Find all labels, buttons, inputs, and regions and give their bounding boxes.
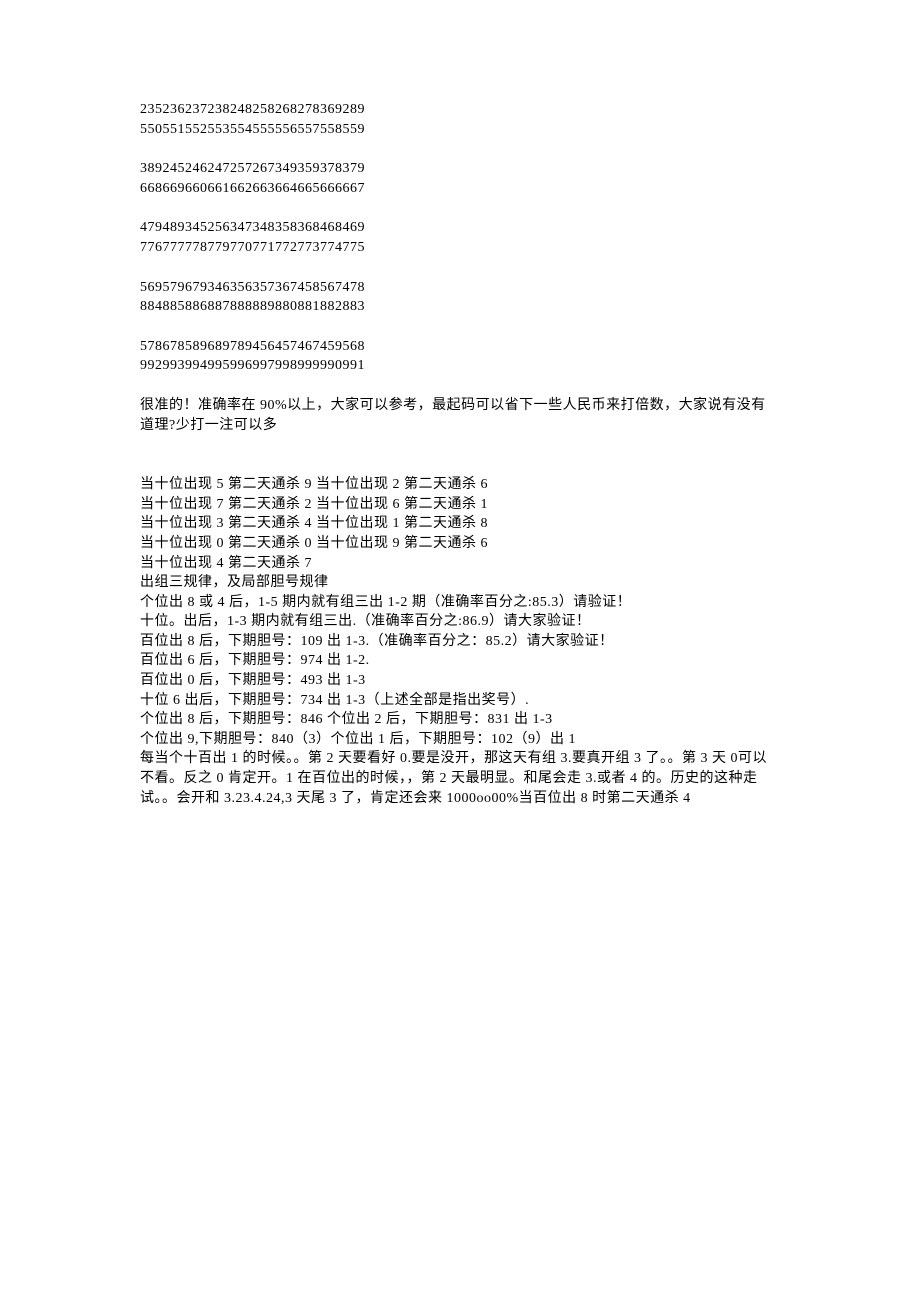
text-line: 个位出 8 后，下期胆号：846 个位出 2 后，下期胆号：831 出 1-3 — [140, 710, 780, 730]
text-line: 百位出 6 后，下期胆号：974 出 1-2. — [140, 651, 780, 671]
text-line: 当十位出现 7 第二天通杀 2 当十位出现 6 第二天通杀 1 — [140, 495, 780, 515]
text-line: 每当个十百出 1 的时候。。第 2 天要看好 0.要是没开，那这天有组 3.要真… — [140, 749, 780, 808]
blank-line — [140, 435, 780, 475]
text-line: 992993994995996997998999990991 — [140, 356, 780, 376]
text-line: 776777778779770771772773774775 — [140, 238, 780, 258]
text-line: 很准的！准确率在 90%以上，大家可以参考，最起码可以省下一些人民币来打倍数，大… — [140, 396, 780, 435]
text-line: 569579679346356357367458567478 — [140, 278, 780, 298]
document-page: 2352362372382482582682783692895505515525… — [0, 0, 920, 868]
blank-line — [140, 258, 780, 278]
text-line: 578678589689789456457467459568 — [140, 337, 780, 357]
text-line: 十位 6 出后，下期胆号：734 出 1-3（上述全部是指出奖号）. — [140, 691, 780, 711]
blank-line — [140, 198, 780, 218]
text-line: 当十位出现 3 第二天通杀 4 当十位出现 1 第二天通杀 8 — [140, 514, 780, 534]
blank-line — [140, 376, 780, 396]
text-line: 出组三规律，及局部胆号规律 — [140, 573, 780, 593]
text-line: 当十位出现 4 第二天通杀 7 — [140, 554, 780, 574]
text-line: 550551552553554555556557558559 — [140, 120, 780, 140]
text-line: 个位出 8 或 4 后，1-5 期内就有组三出 1-2 期（准确率百分之:85.… — [140, 593, 780, 613]
text-line: 479489345256347348358368468469 — [140, 218, 780, 238]
text-line: 当十位出现 5 第二天通杀 9 当十位出现 2 第二天通杀 6 — [140, 475, 780, 495]
text-line: 十位。出后，1-3 期内就有组三出.（准确率百分之:86.9）请大家验证！ — [140, 612, 780, 632]
text-line: 个位出 9,下期胆号：840（3）个位出 1 后，下期胆号：102（9）出 1 — [140, 730, 780, 750]
text-line: 884885886887888889880881882883 — [140, 297, 780, 317]
text-line: 百位出 0 后，下期胆号：493 出 1-3 — [140, 671, 780, 691]
text-line: 668669660661662663664665666667 — [140, 179, 780, 199]
text-line: 235236237238248258268278369289 — [140, 100, 780, 120]
text-line: 当十位出现 0 第二天通杀 0 当十位出现 9 第二天通杀 6 — [140, 534, 780, 554]
text-line: 百位出 8 后，下期胆号：109 出 1-3.（准确率百分之：85.2）请大家验… — [140, 632, 780, 652]
blank-line — [140, 317, 780, 337]
blank-line — [140, 139, 780, 159]
text-line: 389245246247257267349359378379 — [140, 159, 780, 179]
